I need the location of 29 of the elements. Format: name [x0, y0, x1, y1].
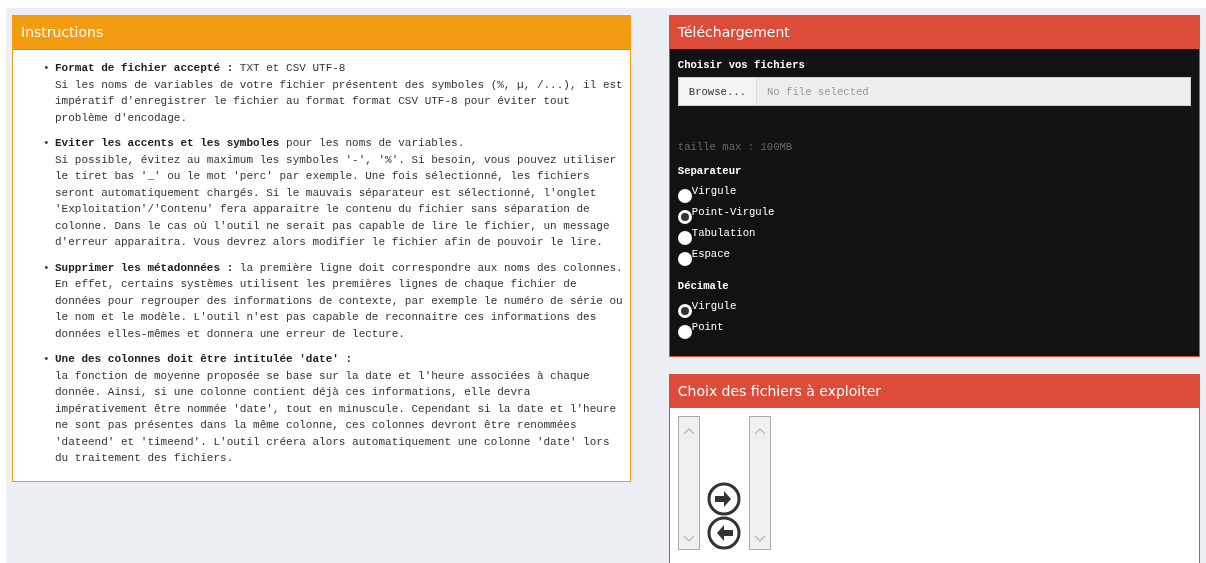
bullet: • [43, 136, 51, 151]
radio-button[interactable] [677, 325, 692, 339]
group-label: Décimale [677, 280, 730, 292]
size-hint: taille max : 100MB [677, 141, 794, 153]
instruction-item: Eviter les accents et les symboles pour les noms de variables. Si possible, évitez au maximum les symboles '-', '%'. Si besoin, vous pouvez utiliser le tiret bas '_' ou le mot 'perc' par exemple. Une fois sélectionné, les fichiers seront automatiquement chargés. Si le mauvais séparateur est sélectionné, l'onglet 'Exploitation'/'Contenu' fera apparaitre le contenu du fichier sans séparation de colonne. Dans le cas où l'outil ne serait pas capable de lire le fichier, un message d'erreur apparaitra. Vous devrez alors modifier le fichier afin de pouvoir le lire. [55, 136, 618, 250]
radio-label: Tabulation [691, 227, 756, 239]
radio-button[interactable] [677, 189, 692, 203]
instruction-item: Une des colonnes doit être intitulée 'date' : la fonction de moyenne proposée se base sur la date et l'heure associées à chaque donnée. Ainsi, si une colonne contient déjà ces informations, elle devra impérativement être nommée 'date', tout en minuscule. Cependant si la date et l'heure ne sont pas présentes dans la même colonne, ces colonnes devront être renommées 'dateend' et 'timeend'. L'outil créera alors automatiquement une colonne 'date' lors du traitement des fichiers. [55, 352, 618, 466]
radio-button[interactable] [677, 252, 692, 266]
bullet: • [43, 352, 51, 367]
radio-label: Point-Virgule [691, 206, 775, 218]
browse-button[interactable]: Browse... [678, 78, 757, 105]
file-field[interactable]: Browse... No file selected [677, 77, 1191, 106]
radio-label: Point [691, 321, 724, 333]
bullet: • [43, 260, 51, 276]
panel-title: Téléchargement [669, 16, 1199, 49]
panel-title: Instructions [13, 16, 630, 50]
group-label: Separateur [677, 165, 743, 177]
radio-button[interactable] [677, 304, 692, 318]
radio-label: Virgule [691, 185, 737, 197]
panel-title: Choix des fichiers à exploiter [669, 374, 1199, 408]
radio-button[interactable] [677, 231, 692, 245]
field-label: Choisir vos fichiers [677, 59, 806, 71]
instruction-item: Format de fichier accepté : TXT et CSV UTF-8 Si les noms de variables de votre fichier présentent des symboles (%, µ, /...), il est impératif d'enregistrer le fichier au format format CSV UTF-8 pour éviter tout problème d'encodage. [55, 61, 624, 126]
radio-label: Espace [691, 248, 730, 260]
radio-label: Virgule [691, 300, 737, 312]
instruction-item: Supprimer les métadonnées : la première ligne doit correspondre aux noms des colonnes. En effet, certains systèmes utilisent les premières lignes de chaque fichier de données pour regrouper des informations de contexte, par exemple le numéro de série ou le nom et le modèle. L'outil n'est pas capable de reconnaitre ces informations des données elles-mêmes et donnera une erreur de lecture. [55, 260, 624, 342]
radio-button[interactable] [677, 210, 692, 224]
bullet: • [43, 61, 51, 76]
